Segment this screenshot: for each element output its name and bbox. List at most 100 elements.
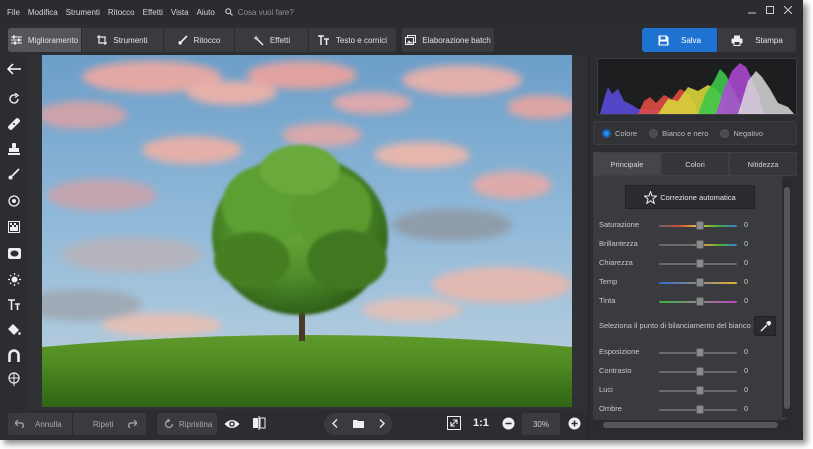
mode-negativo[interactable]: Negativo bbox=[720, 128, 763, 138]
reset-button[interactable]: Ripristina bbox=[157, 413, 217, 435]
tab-label: Ritocco bbox=[193, 35, 221, 45]
slider-tinta[interactable]: Tinta 0 bbox=[599, 296, 779, 308]
magnet-icon[interactable] bbox=[4, 345, 24, 365]
tab-miglioramento[interactable]: Miglioramento bbox=[8, 28, 82, 52]
panel-tabs: Principale Colori Nitidezza bbox=[593, 152, 797, 176]
slider-knob[interactable] bbox=[696, 386, 704, 395]
slider-knob[interactable] bbox=[696, 221, 704, 230]
bandage-icon[interactable] bbox=[4, 114, 24, 134]
menu-ritocco[interactable]: Ritocco bbox=[108, 8, 135, 17]
slider-ombre[interactable]: Ombre 0 bbox=[599, 404, 779, 416]
search-box[interactable]: Cosa vuoi fare? bbox=[225, 8, 294, 17]
chevron-right-icon[interactable] bbox=[379, 418, 385, 430]
slider-value: 0 bbox=[744, 220, 749, 229]
printer-icon bbox=[731, 35, 743, 46]
vignette-icon[interactable] bbox=[4, 243, 24, 263]
slider-value: 0 bbox=[744, 296, 749, 305]
tab-label: Miglioramento bbox=[27, 35, 79, 45]
tab-effetti[interactable]: Effetti bbox=[235, 28, 309, 52]
target-icon[interactable] bbox=[4, 191, 24, 211]
slider-knob[interactable] bbox=[696, 367, 704, 376]
tab-nitidezza[interactable]: Nitidezza bbox=[729, 152, 797, 176]
slider-value: 0 bbox=[744, 277, 749, 286]
tab-testo-e-cornici[interactable]: Testo e cornici bbox=[309, 28, 397, 52]
brush-icon bbox=[178, 35, 188, 45]
slider-label: Ombre bbox=[599, 404, 622, 413]
globe-pin-icon[interactable] bbox=[4, 369, 24, 389]
slider-knob[interactable] bbox=[696, 240, 704, 249]
slider-saturazione[interactable]: Saturazione 0 bbox=[599, 220, 779, 232]
menu-strumenti[interactable]: Strumenti bbox=[66, 8, 100, 17]
sun-icon[interactable] bbox=[4, 269, 24, 289]
tab-principale[interactable]: Principale bbox=[593, 152, 661, 176]
slider-value: 0 bbox=[744, 366, 749, 375]
print-button[interactable]: Stampa bbox=[718, 28, 796, 52]
menu-modifica[interactable]: Modifica bbox=[28, 8, 58, 17]
eye-icon[interactable] bbox=[224, 417, 240, 435]
minimize-icon[interactable] bbox=[743, 3, 761, 17]
actual-size-button[interactable]: 1:1 bbox=[473, 417, 489, 429]
slider-chiarezza[interactable]: Chiarezza 0 bbox=[599, 258, 779, 270]
save-button[interactable]: Salva bbox=[642, 28, 717, 52]
menu-vista[interactable]: Vista bbox=[171, 8, 189, 17]
close-icon[interactable] bbox=[779, 3, 797, 17]
magic-star-icon bbox=[644, 190, 658, 204]
slider-temp[interactable]: Temp 0 bbox=[599, 277, 779, 289]
slider-knob[interactable] bbox=[696, 405, 704, 414]
print-label: Stampa bbox=[755, 35, 783, 45]
rotate-icon[interactable] bbox=[4, 89, 24, 109]
image-canvas[interactable] bbox=[28, 55, 588, 410]
eyedropper-icon bbox=[760, 320, 771, 331]
auto-correction-button[interactable]: Correzione automatica bbox=[625, 185, 755, 209]
slider-label: Esposizione bbox=[599, 347, 640, 356]
panel-horizontal-scrollbar[interactable] bbox=[593, 420, 793, 430]
scroll-thumb[interactable] bbox=[784, 187, 790, 409]
slider-esposizione[interactable]: Esposizione 0 bbox=[599, 347, 779, 359]
slider-contrasto[interactable]: Contrasto 0 bbox=[599, 366, 779, 378]
folder-icon[interactable] bbox=[352, 419, 364, 430]
slider-brillantezza[interactable]: Brillantezza 0 bbox=[599, 239, 779, 251]
tab-ritocco[interactable]: Ritocco bbox=[164, 28, 235, 52]
menu-aiuto[interactable]: Aiuto bbox=[197, 8, 215, 17]
slider-knob[interactable] bbox=[696, 278, 704, 287]
maximize-icon[interactable] bbox=[761, 3, 779, 17]
panel-vertical-scrollbar[interactable] bbox=[782, 177, 792, 417]
menu-effetti[interactable]: Effetti bbox=[143, 8, 163, 17]
slider-label: Chiarezza bbox=[599, 258, 633, 267]
back-arrow-icon[interactable] bbox=[4, 59, 24, 79]
batch-button[interactable]: Elaborazione batch bbox=[402, 28, 494, 52]
chevron-left-icon[interactable] bbox=[331, 418, 338, 430]
tab-colori[interactable]: Colori bbox=[661, 152, 729, 176]
zoom-out-icon[interactable] bbox=[502, 417, 515, 435]
mode-colore[interactable]: Colore bbox=[602, 128, 637, 138]
slider-knob[interactable] bbox=[696, 297, 704, 306]
slider-knob[interactable] bbox=[696, 259, 704, 268]
zoom-level[interactable]: 30% bbox=[522, 413, 560, 435]
text-tool-icon[interactable] bbox=[4, 294, 24, 314]
slider-luci[interactable]: Luci 0 bbox=[599, 385, 779, 397]
menu-bar: File Modifica Strumenti Ritocco Effetti … bbox=[0, 0, 803, 24]
histogram bbox=[597, 58, 797, 115]
scroll-thumb[interactable] bbox=[603, 422, 778, 428]
slider-value: 0 bbox=[744, 404, 749, 413]
redo-icon bbox=[128, 420, 138, 428]
brush-tool-icon[interactable] bbox=[4, 164, 24, 184]
mode-bianco-e-nero[interactable]: Bianco e nero bbox=[649, 128, 708, 138]
redo-label: Ripeti bbox=[93, 419, 114, 429]
stamp-icon[interactable] bbox=[4, 139, 24, 159]
redo-button[interactable]: Ripeti bbox=[73, 413, 146, 435]
menu-file[interactable]: File bbox=[7, 8, 20, 17]
image-stack-icon bbox=[405, 35, 417, 45]
slider-value: 0 bbox=[744, 239, 749, 248]
undo-button[interactable]: Annulla bbox=[8, 413, 72, 435]
zoom-in-icon[interactable] bbox=[568, 417, 581, 435]
search-placeholder: Cosa vuoi fare? bbox=[237, 7, 294, 17]
paint-bucket-icon[interactable] bbox=[4, 319, 24, 339]
compare-icon[interactable] bbox=[252, 416, 266, 435]
slider-knob[interactable] bbox=[696, 348, 704, 357]
slider-label: Contrasto bbox=[599, 366, 632, 375]
tab-strumenti[interactable]: Strumenti bbox=[82, 28, 164, 52]
fit-screen-icon[interactable] bbox=[447, 416, 461, 435]
eyedropper-button[interactable] bbox=[754, 316, 776, 336]
gradient-icon[interactable] bbox=[4, 217, 24, 237]
